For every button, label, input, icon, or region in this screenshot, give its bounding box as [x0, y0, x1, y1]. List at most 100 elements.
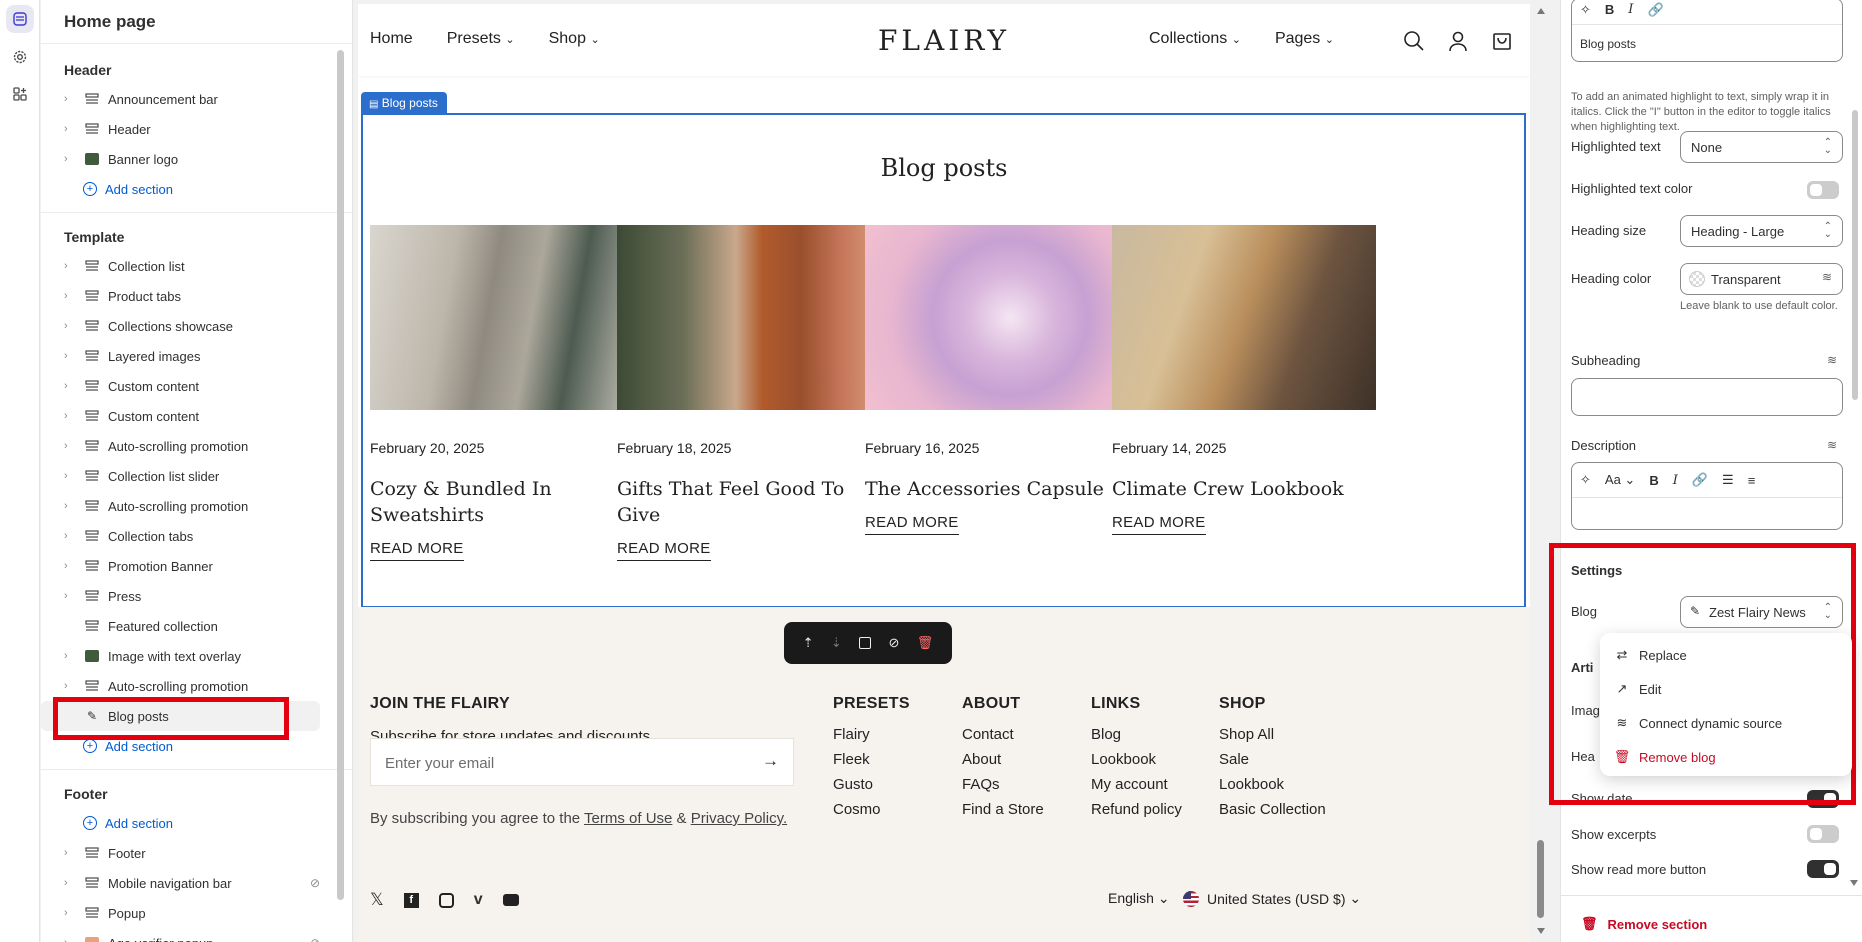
tree-item-template[interactable]: › Press — [41, 581, 352, 611]
chevron-right-icon[interactable]: › — [64, 290, 78, 302]
tree-item-template[interactable]: › Collections showcase — [41, 311, 352, 341]
youtube-icon[interactable] — [502, 894, 519, 906]
tree-item-template[interactable]: › Custom content — [41, 401, 352, 431]
bold-icon[interactable]: B — [1649, 473, 1658, 488]
read-more-link[interactable]: READ MORE — [370, 540, 464, 561]
nav-shop[interactable]: Shop ⌄ — [549, 30, 600, 48]
privacy-link[interactable]: Privacy Policy. — [691, 810, 787, 827]
italic-icon[interactable]: I — [1628, 2, 1633, 18]
search-icon[interactable] — [1403, 30, 1425, 52]
tree-item-footer[interactable]: › Mobile navigation bar ⊘ — [41, 868, 352, 898]
remove-section-button[interactable]: 🗑 Remove section — [1581, 916, 1707, 932]
chevron-right-icon[interactable]: › — [64, 907, 78, 919]
footer-link[interactable]: About — [962, 751, 1001, 768]
blog-card-title[interactable]: Gifts That Feel Good To Give — [617, 476, 881, 528]
blog-card[interactable]: February 16, 2025 The Accessories Capsul… — [865, 225, 1129, 535]
footer-link[interactable]: Blog — [1091, 726, 1121, 743]
footer-link[interactable]: Sale — [1219, 751, 1249, 768]
vimeo-icon[interactable]: v — [474, 891, 483, 909]
language-selector[interactable]: English ⌄ — [1108, 890, 1170, 907]
blog-card[interactable]: February 18, 2025 Gifts That Feel Good T… — [617, 225, 881, 561]
left-scrollbar[interactable] — [337, 50, 344, 900]
tree-item-header[interactable]: › Header — [41, 114, 352, 144]
heading-color-picker[interactable]: Transparent ≋ — [1680, 263, 1843, 295]
x-icon[interactable]: 𝕏 — [370, 890, 384, 910]
settings-gear-icon[interactable] — [6, 43, 34, 71]
database-icon[interactable]: ≋ — [1822, 270, 1832, 284]
blog-card[interactable]: February 14, 2025 Climate Crew Lookbook … — [1112, 225, 1376, 535]
chevron-right-icon[interactable]: › — [64, 590, 78, 602]
move-up-icon[interactable]: ⇡ — [803, 635, 814, 651]
blog-card-image[interactable] — [370, 225, 634, 410]
tree-item-template[interactable]: › Custom content — [41, 371, 352, 401]
heading-editor[interactable]: ✧ B I 🔗 Blog posts — [1571, 0, 1843, 62]
menu-connect-dynamic-source[interactable]: ≋ Connect dynamic source — [1614, 715, 1783, 731]
blog-card-title[interactable]: Climate Crew Lookbook — [1112, 476, 1376, 502]
footer-link[interactable]: Lookbook — [1091, 751, 1156, 768]
font-menu[interactable]: Aa ⌄ — [1605, 472, 1635, 488]
footer-link[interactable]: Contact — [962, 726, 1014, 743]
database-icon[interactable]: ≋ — [1827, 353, 1837, 367]
footer-link[interactable]: Gusto — [833, 776, 873, 793]
footer-link[interactable]: Basic Collection — [1219, 801, 1326, 818]
account-icon[interactable] — [1447, 30, 1469, 52]
blog-card[interactable]: February 20, 2025 Cozy & Bundled In Swea… — [370, 225, 634, 561]
database-icon[interactable]: ≋ — [1827, 438, 1837, 452]
footer-link[interactable]: My account — [1091, 776, 1168, 793]
chevron-right-icon[interactable]: › — [64, 937, 78, 942]
chevron-right-icon[interactable]: › — [64, 320, 78, 332]
ai-sparkle-icon[interactable]: ✧ — [1580, 2, 1591, 18]
tree-item-footer[interactable]: › Age verifier popup ⊘ — [41, 928, 352, 942]
chevron-right-icon[interactable]: › — [64, 153, 78, 165]
tree-item-template[interactable]: › Collection list — [41, 251, 352, 281]
hidden-eye-icon[interactable]: ⊘ — [310, 936, 320, 942]
footer-link[interactable]: Cosmo — [833, 801, 881, 818]
currency-selector[interactable]: United States (USD $) ⌄ — [1183, 890, 1361, 907]
bold-icon[interactable]: B — [1605, 2, 1614, 18]
terms-link[interactable]: Terms of Use — [584, 810, 672, 827]
cart-icon[interactable] — [1491, 30, 1513, 52]
chevron-right-icon[interactable]: › — [64, 530, 78, 542]
footer-link[interactable]: Lookbook — [1219, 776, 1284, 793]
tree-item-header[interactable]: › Announcement bar — [41, 84, 352, 114]
blog-card-title[interactable]: Cozy & Bundled In Sweatshirts — [370, 476, 634, 528]
show-read-more-toggle[interactable] — [1807, 860, 1839, 878]
add-section-header[interactable]: + Add section — [41, 174, 352, 204]
blog-card-title[interactable]: The Accessories Capsule — [865, 476, 1129, 502]
apps-icon[interactable] — [6, 80, 34, 108]
tree-item-template[interactable]: › Auto-scrolling promotion — [41, 491, 352, 521]
email-input[interactable]: Enter your email → — [370, 738, 794, 786]
tree-item-template[interactable]: › Collection list slider — [41, 461, 352, 491]
footer-link[interactable]: Fleek — [833, 751, 870, 768]
instagram-icon[interactable] — [438, 892, 454, 908]
section-tag[interactable]: ▤ Blog posts — [361, 92, 447, 114]
settings-scrollbar[interactable] — [1852, 110, 1858, 400]
duplicate-icon[interactable] — [859, 637, 872, 649]
menu-replace[interactable]: ⇄ Replace — [1614, 647, 1687, 663]
nav-home[interactable]: Home — [370, 30, 413, 48]
blog-card-image[interactable] — [1112, 225, 1376, 410]
chevron-right-icon[interactable]: › — [64, 470, 78, 482]
heading-value[interactable]: Blog posts — [1580, 37, 1636, 51]
chevron-right-icon[interactable]: › — [64, 877, 78, 889]
read-more-link[interactable]: READ MORE — [617, 540, 711, 561]
tree-item-template[interactable]: › Layered images — [41, 341, 352, 371]
blog-card-image[interactable] — [617, 225, 881, 410]
menu-edit[interactable]: ↗ Edit — [1614, 681, 1662, 697]
hide-eye-icon[interactable]: ⊘ — [889, 635, 900, 651]
facebook-icon[interactable]: f — [403, 892, 419, 908]
nav-collections[interactable]: Collections ⌄ — [1149, 30, 1241, 48]
footer-link[interactable]: Refund policy — [1091, 801, 1182, 818]
chevron-right-icon[interactable]: › — [64, 500, 78, 512]
blog-card-image[interactable] — [865, 225, 1129, 410]
italic-icon[interactable]: I — [1673, 473, 1678, 488]
tree-item-template[interactable]: › Collection tabs — [41, 521, 352, 551]
read-more-link[interactable]: READ MORE — [1112, 514, 1206, 535]
chevron-right-icon[interactable]: › — [64, 410, 78, 422]
show-excerpts-toggle[interactable] — [1807, 825, 1839, 843]
hidden-eye-icon[interactable]: ⊘ — [310, 876, 320, 890]
tree-item-template[interactable]: › Image with text overlay — [41, 641, 352, 671]
trash-icon[interactable]: 🗑 — [917, 635, 934, 651]
arrow-right-icon[interactable]: → — [762, 751, 779, 771]
canvas-scrollbar[interactable] — [1535, 0, 1545, 942]
